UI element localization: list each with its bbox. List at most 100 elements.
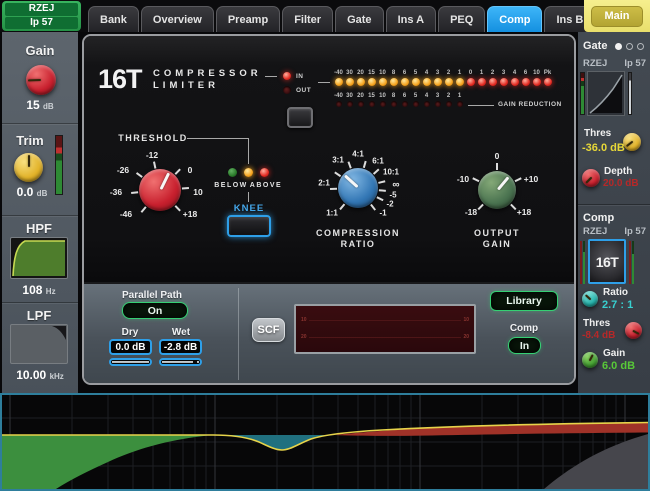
comp-plugin-thumbnail[interactable]: 16T — [588, 239, 626, 284]
meter-led — [423, 78, 431, 86]
trim-value: 0.0 dB — [17, 185, 48, 199]
meter-led — [456, 78, 464, 86]
meter-scale-label: 10 — [533, 70, 540, 76]
meter-scale-label: 6 — [403, 93, 406, 99]
out-led-label: OUT — [296, 87, 311, 94]
meter-led — [500, 78, 508, 86]
comp-channel: RZEJ — [583, 226, 607, 237]
meter-scale-label: 2 — [447, 93, 450, 99]
meter-segment: 3 — [432, 70, 443, 86]
tab-label: Comp — [499, 14, 530, 26]
output-tick-label: 0 — [495, 151, 500, 161]
meter-mode-button[interactable] — [287, 107, 313, 128]
tab-bar: Bank Overview Preamp Filter Gate Ins A P… — [88, 5, 650, 32]
hpf-graph[interactable] — [10, 237, 68, 279]
ratio-tick-label: 3:1 — [332, 156, 344, 165]
trim-knob[interactable] — [14, 153, 43, 182]
meter-scale-label: 8 — [392, 93, 395, 99]
lpf-value: 10.00 kHz — [16, 368, 64, 382]
tab[interactable]: Filter — [282, 6, 333, 32]
channel-name: RZEJ — [5, 3, 78, 16]
response-graph — [2, 395, 648, 489]
compressor-plugin-panel: 16T COMPRESSOR LIMITER IN OUT -40 — [82, 34, 576, 385]
meter-segment: 2 — [443, 93, 454, 107]
threshold-knob[interactable] — [139, 169, 181, 211]
threshold-bracket-line — [187, 138, 248, 139]
ratio-tick-label: ∞ — [392, 180, 399, 191]
meter-led — [435, 101, 441, 107]
output-tick-label: +18 — [517, 207, 531, 217]
gate-depth-knob[interactable] — [582, 169, 600, 187]
ratio-tick-label: -2 — [386, 200, 393, 209]
hf-boost-region — [335, 423, 648, 436]
meter-segment: 6 — [399, 93, 410, 107]
dry-value-box[interactable]: 0.0 dB — [109, 339, 152, 355]
comp-thres-knob[interactable] — [625, 322, 642, 339]
io-meter: -40 30 20 15 — [333, 70, 553, 86]
parallel-path-on-button[interactable]: On — [122, 302, 188, 319]
threshold-tick-label: -26 — [117, 165, 129, 175]
wet-slider[interactable] — [159, 358, 202, 366]
knee-button[interactable] — [227, 215, 271, 237]
lpf-graph[interactable] — [10, 324, 68, 364]
meter-scale-label: 2 — [447, 70, 450, 76]
output-tick-label: -18 — [465, 207, 477, 217]
meter-led — [412, 78, 420, 86]
gate-curve — [588, 72, 624, 115]
gate-page-dot-1[interactable] — [615, 43, 622, 50]
tab[interactable]: Ins A — [386, 6, 437, 32]
main-mix-area: Main — [584, 0, 650, 32]
meter-led — [390, 78, 398, 86]
comp-ratio-knob[interactable] — [582, 291, 598, 307]
divider — [2, 302, 78, 303]
meter-scale-label: 1 — [458, 93, 461, 99]
tab[interactable]: Bank — [88, 6, 139, 32]
ratio-tick-label: 10:1 — [383, 168, 399, 177]
dry-slider[interactable] — [109, 358, 152, 366]
channel-select-button[interactable]: RZEJ Ip 57 — [2, 1, 81, 31]
meter-segment: 2 — [443, 70, 454, 86]
gate-page-dot-3[interactable] — [637, 43, 644, 50]
tab-label: Filter — [294, 14, 321, 26]
display-scale-mark: 20 — [301, 335, 307, 340]
meter-segment: 3 — [432, 93, 443, 107]
tab[interactable]: Comp — [487, 6, 542, 32]
gate-depth-label: Depth — [604, 166, 632, 177]
output-gain-knob[interactable] — [478, 171, 516, 209]
tab-label: Overview — [153, 14, 202, 26]
meter-led — [446, 101, 452, 107]
gate-page-dot-2[interactable] — [626, 43, 633, 50]
display-line — [309, 320, 461, 321]
ratio-tick-label: 2:1 — [318, 179, 330, 188]
gain-knob[interactable] — [26, 65, 56, 95]
gain-value: 15 dB — [26, 98, 53, 112]
main-mix-button[interactable]: Main — [591, 6, 643, 27]
gate-graph[interactable] — [587, 71, 625, 116]
wet-value-box[interactable]: -2.8 dB — [159, 339, 202, 355]
comp-gain-knob[interactable] — [582, 352, 598, 368]
ratio-knob[interactable] — [338, 168, 378, 208]
threshold-tick-label: 0 — [188, 165, 193, 175]
meter-scale-label: 5 — [414, 93, 417, 99]
threshold-tick-label: -36 — [110, 187, 122, 197]
ratio-tick-label: 4:1 — [352, 150, 364, 159]
tab-label: Preamp — [228, 14, 268, 26]
scf-button[interactable]: SCF — [252, 318, 285, 342]
tab-label: PEQ — [450, 14, 473, 26]
gate-thres-knob[interactable] — [623, 133, 641, 151]
tab[interactable]: Overview — [141, 6, 214, 32]
plugin-face: 16T COMPRESSOR LIMITER IN OUT -40 — [84, 36, 574, 282]
comp-in-button[interactable]: In — [508, 337, 541, 354]
parallel-path-label: Parallel Path — [122, 290, 182, 301]
tab[interactable]: PEQ — [438, 6, 485, 32]
divider — [578, 204, 650, 205]
wet-slider-handle — [193, 361, 197, 363]
meter-segment: 20 — [355, 70, 366, 86]
tab[interactable]: Preamp — [216, 6, 280, 32]
knee-label: KNEE — [234, 203, 264, 214]
library-button[interactable]: Library — [490, 291, 558, 311]
gate-thres-label: Thres — [584, 128, 611, 139]
frequency-response-panel[interactable] — [0, 393, 650, 491]
tab[interactable]: Gate — [335, 6, 383, 32]
gate-depth-value: 20.0 dB — [603, 178, 639, 189]
